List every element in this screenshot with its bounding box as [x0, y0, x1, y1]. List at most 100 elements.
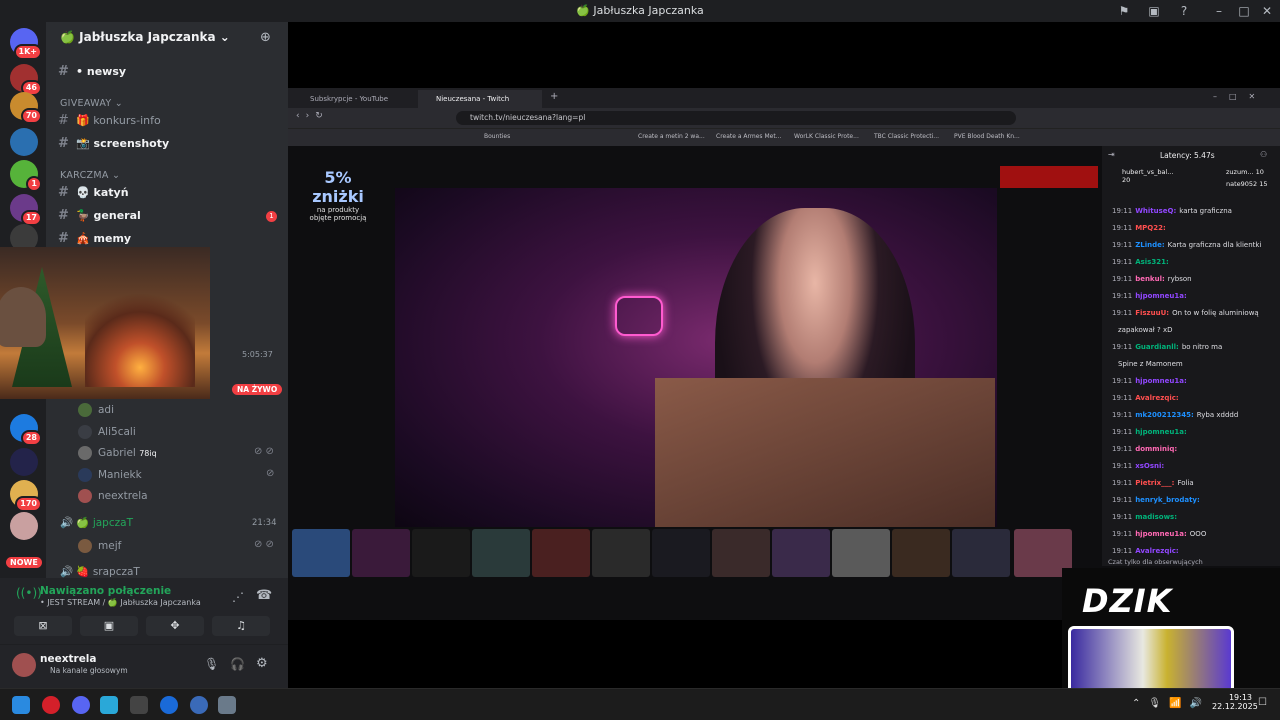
chat-message[interactable]: 19:11 madisows:: [1112, 512, 1180, 522]
thumbnail[interactable]: [892, 529, 950, 577]
chat-username[interactable]: xsOsni:: [1135, 462, 1164, 470]
app-icon[interactable]: [130, 696, 148, 714]
chat-message[interactable]: 19:11 hjpomneu1a:: [1112, 291, 1190, 301]
bookmark[interactable]: WorLK Classic Prote...: [794, 133, 859, 140]
chat-message[interactable]: 19:11 hjpomneu1a:: [1112, 376, 1190, 386]
app-icon[interactable]: [190, 696, 208, 714]
chat-username[interactable]: Guardianll:: [1135, 343, 1179, 351]
window-controls[interactable]: –□✕: [1213, 92, 1267, 101]
telegram-icon[interactable]: [100, 696, 118, 714]
close-icon[interactable]: ✕: [1258, 2, 1276, 20]
voice-detail[interactable]: • JEST STREAM / 🍏 Jabłuszka Japczanka: [40, 598, 201, 607]
server-icon[interactable]: 28: [10, 414, 42, 446]
chat-message[interactable]: Spine z Mamonem: [1112, 359, 1183, 369]
server-icon[interactable]: [10, 128, 38, 156]
chat-input[interactable]: Czat tylko dla obserwujących: [1108, 558, 1203, 566]
channel-memy[interactable]: # 🎪 memy: [58, 229, 131, 249]
collapse-icon[interactable]: ⇥: [1108, 150, 1115, 159]
chat-username[interactable]: hjpomneu1a:: [1135, 377, 1187, 385]
app-icon[interactable]: [218, 696, 236, 714]
chat-message[interactable]: 19:11 Avalrezqic:: [1112, 546, 1182, 556]
server-icon[interactable]: 170: [10, 480, 42, 512]
tab-youtube[interactable]: Subskrypcje - YouTube: [292, 90, 414, 108]
category-karczma[interactable]: KARCZMA ⌄: [60, 170, 120, 181]
bookmark[interactable]: PVE Blood Death Kn...: [954, 133, 1020, 140]
screenshare-button[interactable]: ▣: [80, 616, 138, 636]
chat-message[interactable]: 19:11 Asis321:: [1112, 257, 1172, 267]
server-icon[interactable]: 17: [10, 194, 42, 226]
new-tab-icon[interactable]: +: [550, 91, 558, 102]
server-icon[interactable]: 70: [10, 92, 42, 124]
thumbnail[interactable]: [352, 529, 410, 577]
noise-suppression-icon[interactable]: ⋰: [232, 590, 244, 604]
thumbnail[interactable]: [952, 529, 1010, 577]
chat-message[interactable]: 19:11 WhituseQ: karta graficzna: [1112, 206, 1232, 216]
chat-message[interactable]: 19:11 hjpomneu1a:: [1112, 427, 1190, 437]
channel-general[interactable]: # 🦆 general: [58, 206, 141, 226]
microphone-icon[interactable]: 🎙: [204, 657, 219, 671]
disconnect-icon[interactable]: ☎: [256, 588, 272, 603]
screen-icon[interactable]: ▣: [1145, 2, 1163, 20]
chat-username[interactable]: WhituseQ:: [1135, 207, 1176, 215]
chat-message[interactable]: 19:11 Guardianll: bo nitro ma: [1112, 342, 1222, 352]
category-giveaway[interactable]: GIVEAWAY ⌄: [60, 98, 123, 109]
bookmark[interactable]: Bounties: [484, 133, 510, 140]
windows-start-icon[interactable]: [12, 696, 30, 714]
voice-status[interactable]: Nawiązano połączenie: [40, 585, 171, 597]
thumbnail[interactable]: [472, 529, 530, 577]
chat-username[interactable]: madisows:: [1135, 513, 1177, 521]
chat-message[interactable]: 19:11 xsOsni:: [1112, 461, 1167, 471]
chat-message[interactable]: zapakował ? xD: [1112, 325, 1173, 335]
headphones-icon[interactable]: 🎧: [230, 657, 245, 671]
thumbnail[interactable]: [832, 529, 890, 577]
discord-icon[interactable]: [72, 696, 90, 714]
voice-user[interactable]: Gabriel 78iq: [78, 443, 157, 463]
chat-username[interactable]: MPQ22:: [1135, 224, 1166, 232]
thumbnail[interactable]: [652, 529, 710, 577]
thumbnail[interactable]: [292, 529, 350, 577]
thumbnail[interactable]: [532, 529, 590, 577]
voice-user[interactable]: adi: [78, 400, 114, 420]
new-badge[interactable]: NOWE: [6, 557, 42, 568]
activities-button[interactable]: ✥: [146, 616, 204, 636]
maximize-icon[interactable]: □: [1235, 2, 1253, 20]
chat-username[interactable]: hjpomneu1a:: [1135, 530, 1187, 538]
server-icon[interactable]: 46: [10, 64, 42, 96]
nav-arrows-icon[interactable]: ‹›↻: [296, 111, 329, 121]
bookmark[interactable]: Create a Armes Met...: [716, 133, 781, 140]
thumbnail[interactable]: [412, 529, 470, 577]
voice-user[interactable]: mejf: [78, 536, 121, 556]
chat-message[interactable]: 19:11 Avalrezqic:: [1112, 393, 1182, 403]
server-icon[interactable]: [10, 448, 38, 476]
server-icon-active[interactable]: 1: [10, 160, 42, 192]
notification-icon[interactable]: ☐: [1258, 697, 1267, 708]
soundboard-button[interactable]: ♫: [212, 616, 270, 636]
avatar[interactable]: [12, 653, 36, 677]
chat-username[interactable]: Avalrezqic:: [1135, 547, 1179, 555]
chat-message[interactable]: 19:11 domminiq:: [1112, 444, 1180, 454]
thumbnail[interactable]: [772, 529, 830, 577]
chat-username[interactable]: benkul:: [1135, 275, 1165, 283]
voice-user[interactable]: Maniekk: [78, 465, 142, 485]
channel-newsy[interactable]: # • newsy: [58, 62, 126, 82]
chat-message[interactable]: 19:11 hjpomneu1a: OOO: [1112, 529, 1206, 539]
chat-username[interactable]: hjpomneu1a:: [1135, 428, 1187, 436]
server-icon[interactable]: [10, 512, 38, 540]
bookmark[interactable]: TBC Classic Protecti...: [874, 133, 939, 140]
thumbnail[interactable]: [592, 529, 650, 577]
ad-banner[interactable]: [1000, 166, 1098, 188]
chat-username[interactable]: ZLinde:: [1135, 241, 1164, 249]
app-icon[interactable]: [160, 696, 178, 714]
chat-message[interactable]: 19:11 Pietrix___: Folia: [1112, 478, 1194, 488]
stream-video[interactable]: [395, 188, 997, 527]
chat-message[interactable]: 19:11 benkul: rybson: [1112, 274, 1192, 284]
channel-konkurs-info[interactable]: # 🎁 konkurs-info: [58, 111, 161, 131]
minimize-icon[interactable]: –: [1210, 2, 1228, 20]
tray-icons[interactable]: ⌃🎙📶🔊: [1132, 698, 1210, 709]
channel-katyn[interactable]: # 💀 katyń: [58, 183, 129, 203]
chat-message[interactable]: 19:11 MPQ22:: [1112, 223, 1169, 233]
username[interactable]: neextrela: [40, 653, 97, 665]
users-icon[interactable]: ⚇: [1260, 150, 1267, 159]
voice-user[interactable]: Ali5cali: [78, 422, 136, 442]
chat-username[interactable]: Pietrix___:: [1135, 479, 1174, 487]
